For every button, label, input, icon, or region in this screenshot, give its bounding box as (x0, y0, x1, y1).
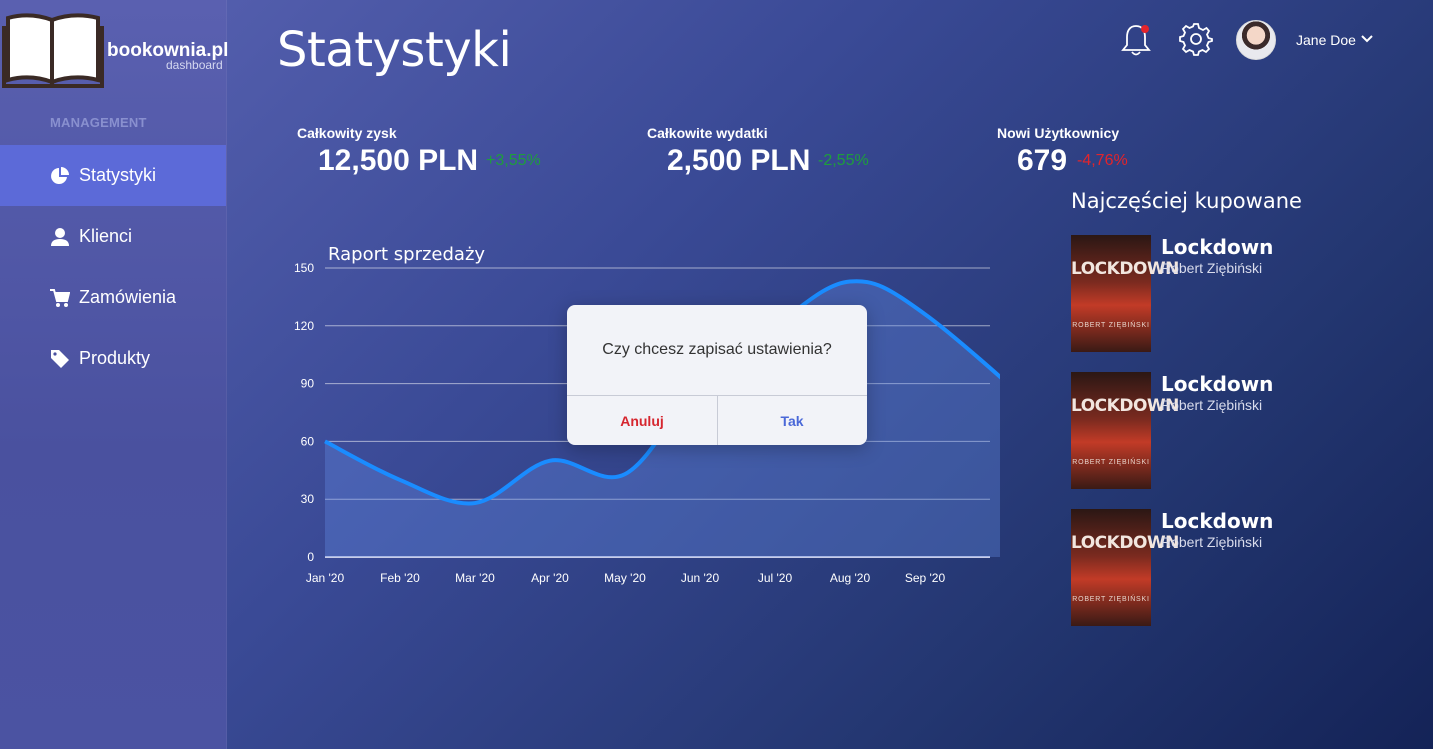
tag-icon (51, 349, 69, 368)
x-tick-label: Jul '20 (758, 571, 793, 585)
book-title: Lockdown (1161, 235, 1274, 259)
stat-label: Całkowite wydatki (647, 125, 768, 141)
cover-title: LOCKDOWN (1071, 259, 1179, 279)
sidebar: bookownia.pl dashboard MANAGEMENT Statys… (0, 0, 228, 749)
stat-value: 2,500 PLN (667, 144, 811, 177)
x-tick-label: Apr '20 (531, 571, 569, 585)
stat-value: 679 (1017, 144, 1068, 177)
user-icon (51, 227, 69, 246)
sidebar-item-zamowienia[interactable]: Zamówienia (0, 267, 226, 328)
y-tick-label: 90 (301, 377, 315, 391)
x-tick-label: Feb '20 (380, 571, 420, 585)
book-cover-image: LOCKDOWN ROBERT ZIĘBIŃSKI (1071, 235, 1179, 352)
popular-section-title: Najczęściej kupowane (1071, 189, 1302, 213)
stat-label: Całkowity zysk (297, 125, 397, 141)
y-tick-label: 30 (301, 492, 315, 506)
popular-book-item[interactable]: LOCKDOWN ROBERT ZIĘBIŃSKI Lockdown Rober… (1071, 372, 1371, 490)
gear-icon[interactable] (1179, 22, 1213, 56)
chevron-down-icon[interactable] (1361, 33, 1373, 45)
user-name[interactable]: Jane Doe (1296, 32, 1356, 48)
avatar[interactable] (1236, 20, 1276, 60)
x-tick-label: Mar '20 (455, 571, 495, 585)
stat-new-users: Nowi Użytkownicy 679 -4,76% (997, 125, 1128, 177)
stat-total-expenses: Całkowite wydatki 2,500 PLN -2,55% (647, 125, 869, 177)
x-tick-label: Sep '20 (905, 571, 946, 585)
book-author: Robert Ziębiński (1161, 534, 1263, 550)
x-tick-label: Jan '20 (306, 571, 345, 585)
cover-title: LOCKDOWN (1071, 396, 1179, 416)
popular-book-item[interactable]: LOCKDOWN ROBERT ZIĘBIŃSKI Lockdown Rober… (1071, 235, 1371, 353)
sidebar-item-label: Produkty (79, 348, 151, 368)
sidebar-item-label: Zamówienia (79, 287, 177, 307)
page-title: Statystyki (277, 22, 512, 78)
stat-change: -4,76% (1077, 152, 1128, 169)
book-author: Robert Ziębiński (1161, 260, 1263, 276)
book-author: Robert Ziębiński (1161, 397, 1263, 413)
stat-value: 12,500 PLN (318, 144, 479, 177)
y-tick-label: 0 (307, 550, 314, 564)
y-tick-label: 60 (301, 434, 315, 448)
section-label-management: MANAGEMENT (50, 115, 147, 130)
bell-icon[interactable] (1120, 22, 1152, 58)
confirm-button[interactable]: Tak (717, 396, 867, 445)
sidebar-item-produkty[interactable]: Produkty (0, 328, 226, 389)
sidebar-item-label: Klienci (79, 226, 133, 246)
popular-book-item[interactable]: LOCKDOWN ROBERT ZIĘBIŃSKI Lockdown Rober… (1071, 509, 1371, 627)
stat-change: -2,55% (818, 152, 869, 169)
book-cover-image: LOCKDOWN ROBERT ZIĘBIŃSKI (1071, 372, 1179, 489)
y-tick-label: 120 (294, 319, 314, 333)
brand-subtitle: dashboard (166, 58, 223, 72)
cover-author: ROBERT ZIĘBIŃSKI (1072, 322, 1150, 329)
sidebar-item-label: Statystyki (79, 165, 157, 185)
sidebar-item-statystyki[interactable]: Statystyki (0, 145, 226, 206)
sidebar-item-klienci[interactable]: Klienci (0, 206, 226, 267)
stat-change: +3,55% (486, 152, 541, 169)
cover-author: ROBERT ZIĘBIŃSKI (1072, 459, 1150, 466)
x-tick-label: Jun '20 (681, 571, 720, 585)
confirm-dialog: Czy chcesz zapisać ustawienia? Anuluj Ta… (567, 305, 867, 445)
stat-total-profit: Całkowity zysk 12,500 PLN +3,55% (297, 125, 541, 177)
cover-title: LOCKDOWN (1071, 533, 1179, 553)
stat-label: Nowi Użytkownicy (997, 125, 1120, 141)
dialog-message: Czy chcesz zapisać ustawienia? (602, 341, 832, 358)
book-title: Lockdown (1161, 509, 1274, 533)
x-tick-label: May '20 (604, 571, 646, 585)
cart-icon (50, 288, 70, 307)
cover-author: ROBERT ZIĘBIŃSKI (1072, 596, 1150, 603)
y-tick-label: 150 (294, 261, 314, 275)
x-tick-label: Aug '20 (830, 571, 871, 585)
book-title: Lockdown (1161, 372, 1274, 396)
cancel-button[interactable]: Anuluj (567, 396, 717, 445)
pie-chart-icon (51, 166, 69, 184)
book-cover-image: LOCKDOWN ROBERT ZIĘBIŃSKI (1071, 509, 1179, 626)
